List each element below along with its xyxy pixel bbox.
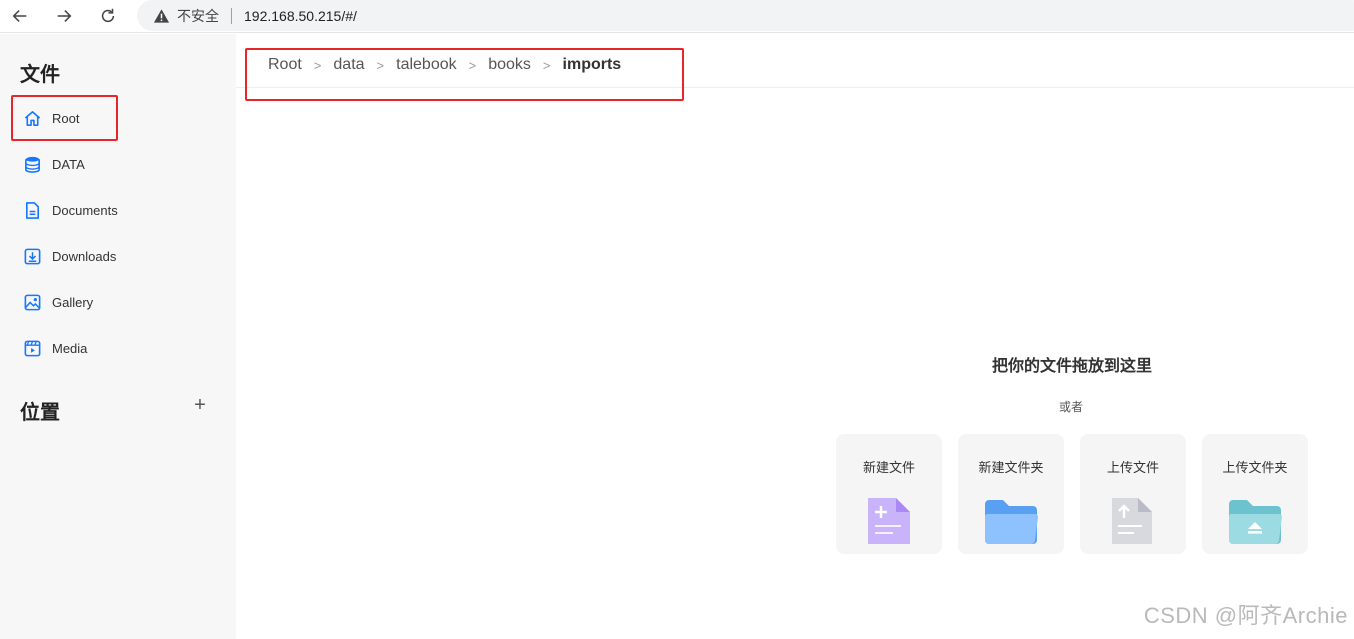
highlight-box (11, 95, 118, 141)
sidebar-item-label: DATA (52, 156, 85, 172)
new-folder-button[interactable]: 新建文件夹 (958, 434, 1064, 554)
sidebar-item-media[interactable]: Media (12, 330, 212, 366)
upload-file-icon (1112, 498, 1152, 544)
breadcrumb-bar: Root > data > talebook > books > imports (236, 34, 1354, 101)
sidebar-item-label: Downloads (52, 248, 117, 264)
files-heading: 文件 (20, 64, 60, 86)
reload-button[interactable] (94, 3, 122, 29)
video-icon (22, 338, 42, 358)
sidebar-item-label: Documents (52, 202, 118, 218)
action-label: 新建文件 (862, 460, 915, 475)
new-file-icon (868, 498, 910, 544)
back-button[interactable] (6, 3, 34, 29)
upload-folder-icon (1228, 500, 1282, 544)
dropzone-or-text: 或者 (1059, 400, 1084, 414)
download-icon (22, 246, 42, 266)
sidebar-item-downloads[interactable]: Downloads (12, 238, 212, 274)
action-label: 上传文件夹 (1222, 460, 1288, 475)
security-label[interactable]: 不安全 (177, 6, 219, 26)
browser-toolbar: 不安全 192.168.50.215/#/ (0, 0, 1354, 33)
sidebar-item-gallery[interactable]: Gallery (12, 284, 212, 320)
new-file-button[interactable]: 新建文件 (836, 434, 942, 554)
main-content: Root > data > talebook > books > imports… (236, 34, 1354, 639)
image-icon (22, 292, 42, 312)
sidebar-item-label: Media (52, 340, 88, 356)
divider (231, 7, 232, 24)
add-location-button[interactable]: + (190, 394, 210, 416)
watermark: CSDN @阿齐Archie (1143, 603, 1348, 628)
address-bar[interactable]: 不安全 192.168.50.215/#/ (137, 0, 1354, 31)
sidebar-item-label: Gallery (52, 294, 94, 310)
upload-file-button[interactable]: 上传文件 (1080, 434, 1186, 554)
locations-heading: 位置 (20, 402, 60, 424)
sidebar-item-documents[interactable]: Documents (12, 192, 212, 228)
warning-icon (153, 8, 170, 24)
new-folder-icon (984, 500, 1038, 544)
sidebar-item-data[interactable]: DATA (12, 146, 212, 182)
sidebar: 文件 Root DATA Documents Downloads Gallery (0, 34, 236, 639)
action-label: 上传文件 (1106, 460, 1159, 475)
database-icon (22, 154, 42, 174)
url-text[interactable]: 192.168.50.215/#/ (244, 8, 357, 24)
arrow-right-icon (57, 10, 72, 22)
document-icon (22, 200, 42, 220)
reload-icon (101, 8, 115, 23)
dropzone-title: 把你的文件拖放到这里 (992, 358, 1153, 375)
highlight-box (245, 48, 684, 101)
upload-folder-button[interactable]: 上传文件夹 (1202, 434, 1308, 554)
arrow-left-icon (12, 10, 27, 22)
action-label: 新建文件夹 (978, 460, 1044, 475)
forward-button[interactable] (50, 3, 78, 29)
